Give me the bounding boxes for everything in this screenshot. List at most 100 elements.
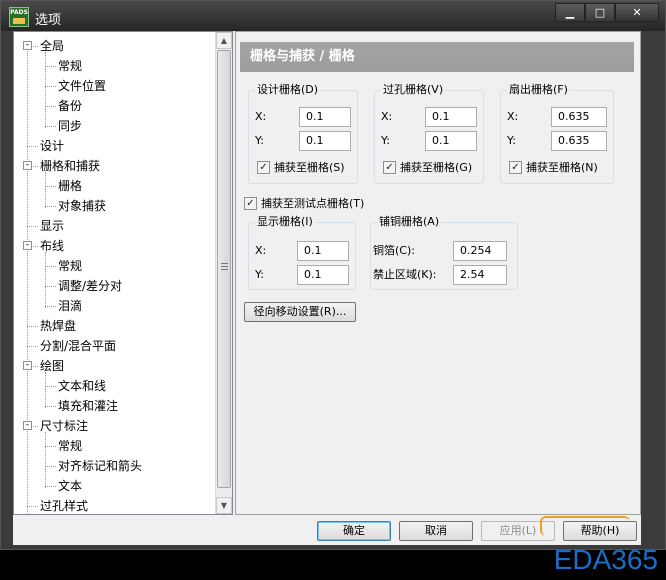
snap-testpoint-checkbox[interactable]: ✓ 捕获至测试点栅格(T) bbox=[244, 195, 364, 211]
radial-move-settings-button[interactable]: 径向移动设置(R)... bbox=[244, 302, 356, 322]
display-grid-x-label: X: bbox=[255, 244, 267, 257]
tree-category[interactable]: 显示 bbox=[40, 216, 64, 236]
tree-collapse-icon[interactable]: - bbox=[23, 161, 32, 170]
snap-testpoint-check-icon: ✓ bbox=[244, 196, 257, 210]
dialog-client: 全局 - 常规 文件位置 备份 同步 设计 栅格和捕获 - 栅格 对象捕获 显示 布线 - 常规 调整/差分对… bbox=[13, 31, 641, 545]
tree-branch-line bbox=[45, 432, 46, 488]
design-grid-y-input[interactable]: 0.1 bbox=[299, 131, 351, 151]
tree-scrollbar[interactable]: ▲ ▼ bbox=[215, 32, 232, 514]
copper-grid-title: 铺铜栅格(A) bbox=[377, 215, 442, 229]
snap-testpoint-label: 捕获至测试点栅格(T) bbox=[261, 197, 365, 210]
minimize-button[interactable]: ▁ bbox=[555, 3, 585, 22]
panel-header: 栅格与捕获 / 栅格 bbox=[240, 42, 634, 72]
via-grid-x-input[interactable]: 0.1 bbox=[425, 107, 477, 127]
design-grid-snap-checkbox[interactable]: ✓ 捕获至栅格(S) bbox=[257, 159, 345, 175]
tree-connector bbox=[45, 106, 56, 107]
tree-category[interactable]: 全局 bbox=[40, 36, 64, 56]
tree-category[interactable]: 设计 bbox=[40, 136, 64, 156]
scroll-down-arrow-icon[interactable]: ▼ bbox=[216, 497, 232, 514]
copper-grid-group: 铺铜栅格(A) 铜箔(C): 0.254 禁止区域(K): 2.54 bbox=[370, 215, 518, 290]
copper-input[interactable]: 0.254 bbox=[453, 241, 507, 261]
close-button[interactable]: ✕ bbox=[615, 3, 659, 22]
tree-subitem[interactable]: 文本和线 bbox=[58, 376, 106, 396]
display-grid-group: 显示栅格(I) X: 0.1 Y: 0.1 bbox=[248, 215, 356, 290]
tree-subitem[interactable]: 对象捕获 bbox=[58, 196, 106, 216]
tree-category[interactable]: 热焊盘 bbox=[40, 316, 76, 336]
tree-connector bbox=[27, 506, 38, 507]
scroll-up-arrow-icon[interactable]: ▲ bbox=[216, 32, 232, 49]
tree-category[interactable]: 绘图 bbox=[40, 356, 64, 376]
category-tree: 全局 - 常规 文件位置 备份 同步 设计 栅格和捕获 - 栅格 对象捕获 显示 布线 - 常规 调整/差分对… bbox=[13, 31, 233, 515]
tree-category[interactable]: 栅格和捕获 bbox=[40, 156, 100, 176]
window-title: 选项 bbox=[35, 13, 62, 28]
tree-connector bbox=[45, 186, 56, 187]
display-grid-y-input[interactable]: 0.1 bbox=[297, 265, 349, 285]
maximize-button[interactable]: □ bbox=[585, 3, 615, 22]
fanout-grid-group: 扇出栅格(F) X: 0.635 Y: 0.635 ✓ 捕获至栅格(N) bbox=[500, 83, 614, 184]
tree-subitem[interactable]: 调整/差分对 bbox=[58, 276, 122, 296]
via-grid-y-input[interactable]: 0.1 bbox=[425, 131, 477, 151]
tree-branch-line bbox=[45, 252, 46, 308]
tree-subitem[interactable]: 同步 bbox=[58, 116, 82, 136]
tree-subitem[interactable]: 常规 bbox=[58, 256, 82, 276]
tree-category[interactable]: 过孔样式 bbox=[40, 496, 88, 514]
tree-subitem[interactable]: 备份 bbox=[58, 96, 82, 116]
tree-connector bbox=[27, 226, 38, 227]
tree-branch-line bbox=[45, 52, 46, 128]
tree-category[interactable]: 尺寸标注 bbox=[40, 416, 88, 436]
tree-collapse-icon[interactable]: - bbox=[23, 361, 32, 370]
tree-connector bbox=[45, 466, 56, 467]
tree-category[interactable]: 布线 bbox=[40, 236, 64, 256]
tree-connector bbox=[45, 66, 56, 67]
tree-collapse-icon[interactable]: - bbox=[23, 241, 32, 250]
tree-subitem[interactable]: 泪滴 bbox=[58, 296, 82, 316]
keepout-label: 禁止区域(K): bbox=[373, 268, 437, 281]
via-grid-y-label: Y: bbox=[381, 134, 390, 147]
tree-connector bbox=[45, 206, 56, 207]
tree-collapse-icon[interactable]: - bbox=[23, 41, 32, 50]
via-grid-group: 过孔栅格(V) X: 0.1 Y: 0.1 ✓ 捕获至栅格(G) bbox=[374, 83, 484, 184]
tree-subitem[interactable]: 对齐标记和箭头 bbox=[58, 456, 142, 476]
keepout-input[interactable]: 2.54 bbox=[453, 265, 507, 285]
display-grid-x-input[interactable]: 0.1 bbox=[297, 241, 349, 261]
design-grid-x-label: X: bbox=[255, 110, 267, 123]
tree-connector bbox=[45, 286, 56, 287]
via-grid-title: 过孔栅格(V) bbox=[381, 83, 446, 97]
fanout-grid-snap-check-icon: ✓ bbox=[509, 160, 522, 174]
design-grid-snap-check-icon: ✓ bbox=[257, 160, 270, 174]
via-grid-x-label: X: bbox=[381, 110, 393, 123]
via-grid-snap-label: 捕获至栅格(G) bbox=[400, 161, 473, 174]
tree-connector bbox=[27, 326, 38, 327]
tree-connector bbox=[45, 306, 56, 307]
design-grid-x-input[interactable]: 0.1 bbox=[299, 107, 351, 127]
tree-connector bbox=[45, 386, 56, 387]
cancel-button[interactable]: 取消 bbox=[399, 521, 473, 541]
tree-subitem[interactable]: 常规 bbox=[58, 436, 82, 456]
tree-connector bbox=[27, 146, 38, 147]
tree-subitem[interactable]: 栅格 bbox=[58, 176, 82, 196]
fanout-grid-x-label: X: bbox=[507, 110, 519, 123]
tree-subitem[interactable]: 填充和灌注 bbox=[58, 396, 118, 416]
tree-category[interactable]: 分割/混合平面 bbox=[40, 336, 116, 356]
via-grid-snap-check-icon: ✓ bbox=[383, 160, 396, 174]
tree-connector bbox=[27, 346, 38, 347]
title-bar[interactable]: PADS 选项 ▁ □ ✕ bbox=[1, 1, 665, 31]
tree-connector bbox=[45, 406, 56, 407]
tree-connector bbox=[45, 86, 56, 87]
fanout-grid-x-input[interactable]: 0.635 bbox=[551, 107, 607, 127]
tree-subitem[interactable]: 文件位置 bbox=[58, 76, 106, 96]
settings-panel: 栅格与捕获 / 栅格 设计栅格(D) X: 0.1 Y: 0.1 ✓ 捕获至栅格… bbox=[235, 31, 641, 515]
tree-connector bbox=[45, 266, 56, 267]
ok-button[interactable]: 确定 bbox=[317, 521, 391, 541]
tree-connector bbox=[45, 486, 56, 487]
design-grid-title: 设计栅格(D) bbox=[255, 83, 321, 97]
tree-subitem[interactable]: 文本 bbox=[58, 476, 82, 496]
via-grid-snap-checkbox[interactable]: ✓ 捕获至栅格(G) bbox=[383, 159, 472, 175]
scroll-thumb[interactable] bbox=[217, 50, 231, 488]
tree-collapse-icon[interactable]: - bbox=[23, 421, 32, 430]
fanout-grid-y-input[interactable]: 0.635 bbox=[551, 131, 607, 151]
fanout-grid-snap-checkbox[interactable]: ✓ 捕获至栅格(N) bbox=[509, 159, 598, 175]
options-dialog: PADS 选项 ▁ □ ✕ 全局 - 常规 文件位置 备份 同步 设计 栅格和捕获 - 栅格 对象捕… bbox=[0, 0, 666, 550]
fanout-grid-y-label: Y: bbox=[507, 134, 516, 147]
tree-subitem[interactable]: 常规 bbox=[58, 56, 82, 76]
